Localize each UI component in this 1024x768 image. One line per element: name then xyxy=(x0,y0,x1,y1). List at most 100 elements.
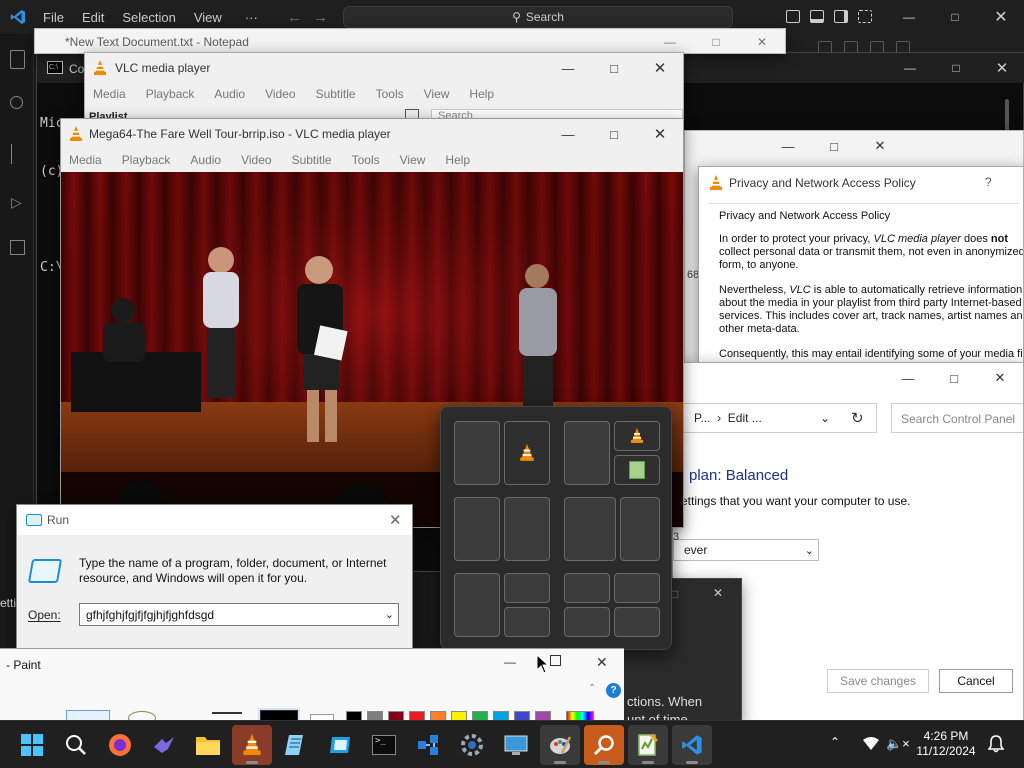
toggle-sidebar-icon[interactable] xyxy=(786,10,800,23)
tray-overflow-icon[interactable]: ⌃ xyxy=(830,735,840,749)
cancel-button[interactable]: Cancel xyxy=(939,669,1013,693)
paint-taskbar-icon[interactable] xyxy=(540,725,580,765)
snap-zone[interactable] xyxy=(564,607,610,637)
maximize-icon[interactable]: □ xyxy=(933,53,979,83)
command-center-search[interactable]: ⚲ Search xyxy=(343,6,733,28)
minimize-icon[interactable]: — xyxy=(886,0,932,34)
maximize-icon[interactable]: □ xyxy=(591,119,637,149)
menu-playback[interactable]: Playback xyxy=(138,87,207,101)
toggle-panel-icon[interactable] xyxy=(810,10,824,23)
menu-selection[interactable]: Selection xyxy=(113,10,184,25)
address-bar[interactable]: P... › Edit ... ⌄ xyxy=(673,403,877,433)
minimize-icon[interactable]: — xyxy=(765,131,811,161)
clock[interactable]: 4:26 PM 11/12/2024 xyxy=(916,729,976,759)
maximize-icon[interactable]: □ xyxy=(693,29,739,53)
close-icon[interactable]: ✕ xyxy=(637,119,683,149)
maximize-icon[interactable] xyxy=(550,655,561,666)
snap-zone[interactable] xyxy=(504,607,550,637)
size-icon[interactable] xyxy=(212,712,242,714)
menu-view[interactable]: View xyxy=(392,153,438,167)
menu-edit[interactable]: Edit xyxy=(73,10,113,25)
firefox-icon[interactable] xyxy=(100,725,140,765)
save-changes-button[interactable]: Save changes xyxy=(827,669,929,693)
bird-tool-icon[interactable] xyxy=(144,725,184,765)
menu-tools[interactable]: Tools xyxy=(344,153,392,167)
snap-zone[interactable] xyxy=(504,497,550,561)
wifi-icon[interactable] xyxy=(862,736,880,752)
snap-zone[interactable] xyxy=(454,497,500,561)
snap-zone[interactable] xyxy=(504,573,550,603)
file-explorer-icon[interactable] xyxy=(188,725,228,765)
close-icon[interactable]: ✕ xyxy=(389,511,402,529)
menu-media[interactable]: Media xyxy=(85,87,138,101)
maximize-icon[interactable]: □ xyxy=(811,131,857,161)
refresh-icon[interactable]: ↻ xyxy=(851,409,864,427)
volume-muted-icon[interactable]: 🔈× xyxy=(886,736,910,752)
notification-bell-icon[interactable] xyxy=(988,735,1004,753)
control-panel-search[interactable]: Search Control Panel xyxy=(891,403,1023,433)
help-icon[interactable]: ? xyxy=(985,175,992,189)
close-icon[interactable]: ✕ xyxy=(713,586,723,600)
chevron-down-icon[interactable]: ⌄ xyxy=(820,411,830,425)
snap-zone[interactable] xyxy=(620,497,660,561)
close-icon[interactable]: ✕ xyxy=(977,363,1023,393)
close-icon[interactable]: ✕ xyxy=(979,53,1024,83)
snap-zone[interactable] xyxy=(564,497,616,561)
toggle-secondary-sidebar-icon[interactable] xyxy=(834,10,848,23)
chevron-down-icon[interactable]: ⌄ xyxy=(385,608,394,621)
search-icon[interactable] xyxy=(56,725,96,765)
search-sidebar-icon[interactable] xyxy=(10,96,23,109)
menu-playback[interactable]: Playback xyxy=(114,153,183,167)
remote-desktop-icon[interactable] xyxy=(496,725,536,765)
menu-audio[interactable]: Audio xyxy=(206,87,257,101)
snap-zone[interactable] xyxy=(454,573,500,637)
source-control-icon[interactable] xyxy=(11,144,23,164)
breadcrumb[interactable]: P... › Edit ... xyxy=(694,411,762,425)
snap-zone[interactable] xyxy=(504,421,550,485)
menu-tools[interactable]: Tools xyxy=(368,87,416,101)
menu-more[interactable]: ··· xyxy=(231,10,272,25)
back-arrow-icon[interactable]: ← xyxy=(287,9,302,26)
menu-video[interactable]: Video xyxy=(257,87,307,101)
minimize-icon[interactable]: — xyxy=(545,53,591,83)
minimize-icon[interactable]: — xyxy=(887,53,933,83)
ribbon-collapse-icon[interactable]: ⌃ xyxy=(588,683,596,694)
close-icon[interactable]: ✕ xyxy=(596,654,608,671)
snap-zone[interactable] xyxy=(454,421,500,485)
menu-subtitle[interactable]: Subtitle xyxy=(308,87,368,101)
menu-view[interactable]: View xyxy=(185,10,231,25)
minimize-icon[interactable]: — xyxy=(647,29,693,53)
minimize-icon[interactable]: — xyxy=(885,363,931,393)
search-app-icon[interactable] xyxy=(584,725,624,765)
vscode-taskbar-icon[interactable] xyxy=(672,725,712,765)
maximize-icon[interactable]: □ xyxy=(932,0,978,34)
customize-layout-icon[interactable] xyxy=(858,10,872,23)
sleep-dropdown[interactable]: ever ⌄ xyxy=(673,539,819,561)
network-app-icon[interactable] xyxy=(408,725,448,765)
menu-help[interactable]: Help xyxy=(437,153,482,167)
snap-zone[interactable] xyxy=(564,421,610,485)
menu-video[interactable]: Video xyxy=(233,153,283,167)
start-button[interactable] xyxy=(12,725,52,765)
forward-arrow-icon[interactable]: → xyxy=(313,9,328,26)
menu-help[interactable]: Help xyxy=(461,87,506,101)
extensions-icon[interactable] xyxy=(10,240,25,255)
snap-zone[interactable] xyxy=(614,573,660,603)
menu-file[interactable]: File xyxy=(34,10,73,25)
close-icon[interactable]: ✕ xyxy=(637,53,683,83)
run-debug-icon[interactable]: ▷ xyxy=(11,194,22,211)
run-open-input[interactable]: gfhjfghjfgjfjfgjhjfjghfdsgd ⌄ xyxy=(79,603,399,626)
explorer-icon[interactable] xyxy=(10,50,25,69)
snap-zone[interactable] xyxy=(614,421,660,451)
terminal-icon[interactable]: >_ xyxy=(364,725,404,765)
close-icon[interactable]: ✕ xyxy=(857,131,903,161)
vlc-taskbar-icon[interactable] xyxy=(232,725,272,765)
help-icon[interactable]: ? xyxy=(606,683,621,698)
notepad-plus-taskbar-icon[interactable] xyxy=(628,725,668,765)
menu-media[interactable]: Media xyxy=(61,153,114,167)
close-icon[interactable]: ✕ xyxy=(978,0,1024,34)
run-taskbar-icon[interactable] xyxy=(320,725,360,765)
snap-zone[interactable] xyxy=(564,573,610,603)
menu-view[interactable]: View xyxy=(416,87,462,101)
snap-zone[interactable] xyxy=(614,607,660,637)
